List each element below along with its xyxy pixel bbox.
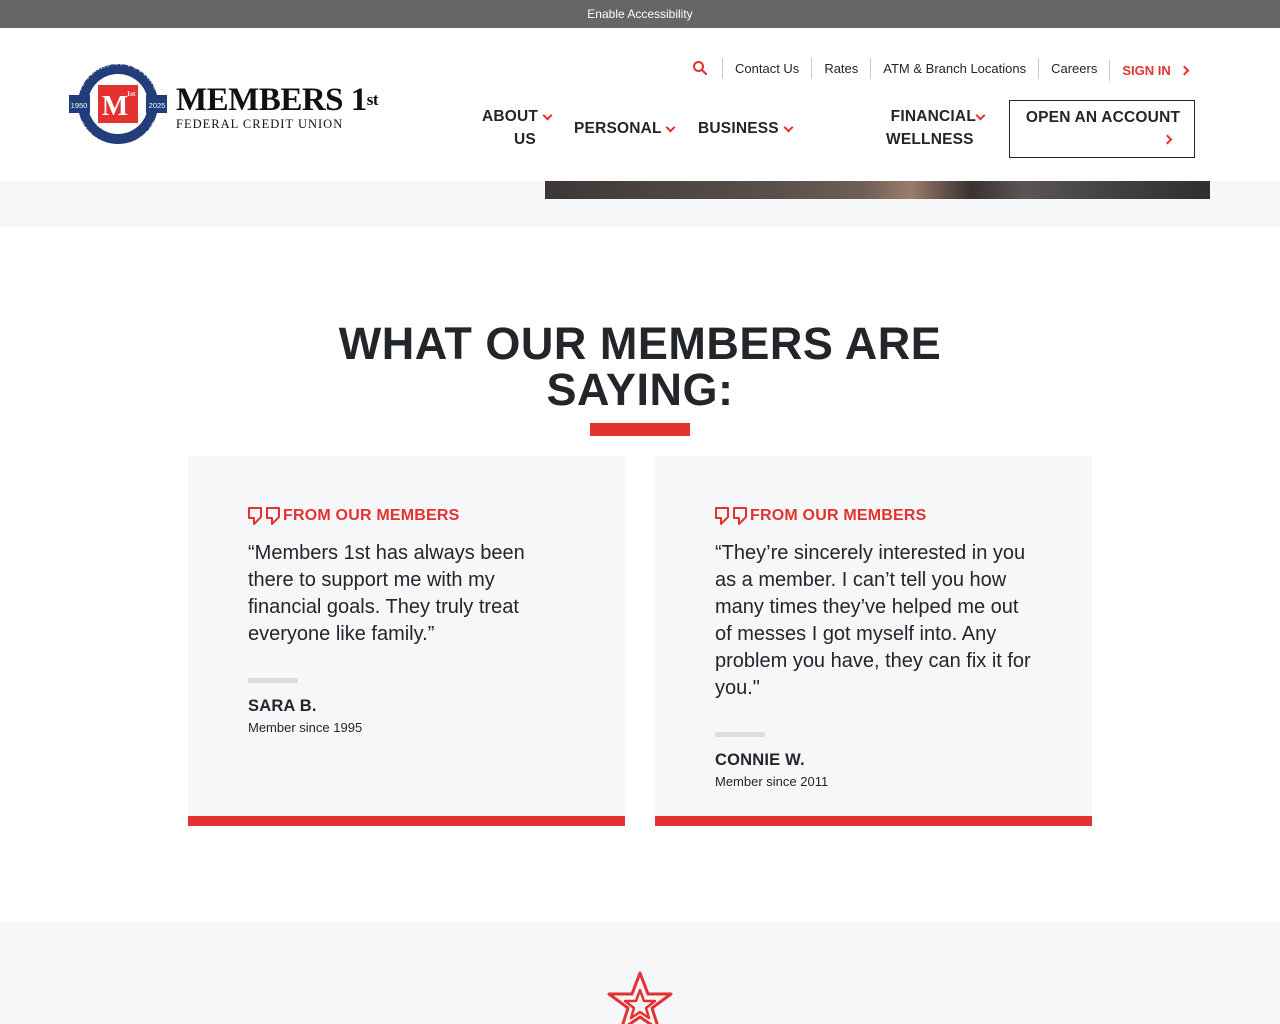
accessibility-bar: Enable Accessibility xyxy=(0,0,1280,28)
testimonial-author: SARA B. xyxy=(248,697,317,715)
careers-link[interactable]: Careers xyxy=(1038,57,1109,79)
hero-image xyxy=(545,181,1210,199)
seal-monogram: M xyxy=(102,91,128,122)
card-accent-bar xyxy=(188,816,625,826)
members-1st-logo[interactable]: 75 YEARS OF PUTTING OUR MEMBERS FIRST 19… xyxy=(69,63,379,145)
atm-branch-locations-link[interactable]: ATM & Branch Locations xyxy=(870,57,1038,79)
chevron-down-icon xyxy=(665,122,676,133)
logo-name: MEMBERS 1st xyxy=(176,82,379,118)
logo-subtitle: FEDERAL CREDIT UNION xyxy=(176,117,344,131)
chevron-down-icon xyxy=(542,110,553,121)
next-section xyxy=(0,921,1280,1024)
anniversary-seal: 75 YEARS OF PUTTING OUR MEMBERS FIRST 19… xyxy=(69,63,167,145)
nav-about-us-line2: US xyxy=(514,131,536,148)
testimonial-quote: “They’re sincerely interested in you as … xyxy=(715,542,1031,699)
chevron-down-icon xyxy=(975,110,986,121)
chevron-right-icon xyxy=(1179,65,1190,75)
divider xyxy=(715,732,765,737)
card-accent-bar xyxy=(655,816,1092,826)
sign-in-label: SIGN IN xyxy=(1122,62,1171,78)
quote-icon xyxy=(248,507,280,525)
testimonials-title: WHAT OUR MEMBERS ARE SAYING: xyxy=(300,321,980,413)
contact-us-link[interactable]: Contact Us xyxy=(722,57,811,79)
testimonial-kicker: FROM OUR MEMBERS xyxy=(750,507,927,524)
star-icon xyxy=(607,971,673,1024)
search-button[interactable] xyxy=(686,58,722,79)
enable-accessibility-link[interactable]: Enable Accessibility xyxy=(587,7,692,21)
seal-year-left: 1950 xyxy=(71,101,88,110)
quote-icon xyxy=(715,507,747,525)
nav-about-us-line1: ABOUT xyxy=(481,108,539,125)
rates-link[interactable]: Rates xyxy=(811,57,870,79)
divider xyxy=(248,678,298,683)
open-an-account-label: OPEN AN ACCOUNT xyxy=(1025,109,1181,126)
testimonial-member-since: Member since 1995 xyxy=(248,720,363,735)
logo-name-text: MEMBERS 1 xyxy=(176,82,367,118)
testimonials-title-line1: WHAT OUR MEMBERS ARE xyxy=(338,318,942,369)
logo-name-superscript: st xyxy=(366,90,379,109)
nav-personal[interactable]: PERSONAL xyxy=(574,117,662,140)
nav-business-label: BUSINESS xyxy=(698,120,779,137)
search-icon xyxy=(693,61,708,76)
title-underline xyxy=(590,423,690,436)
testimonial-card: FROM OUR MEMBERS “Members 1st has always… xyxy=(188,456,625,826)
logo-wordmark: MEMBERS 1st FEDERAL CREDIT UNION xyxy=(176,82,379,131)
testimonial-author: CONNIE W. xyxy=(715,751,805,769)
nav-about-us[interactable]: ABOUT US xyxy=(478,105,542,151)
nav-personal-label: PERSONAL xyxy=(574,120,662,137)
nav-financial-wellness-line1: FINANCIAL xyxy=(890,108,976,125)
utility-nav: Contact Us Rates ATM & Branch Locations … xyxy=(686,56,1190,81)
chevron-down-icon xyxy=(783,122,794,133)
testimonials-title-line2: SAYING: xyxy=(546,364,734,415)
site-header: 75 YEARS OF PUTTING OUR MEMBERS FIRST 19… xyxy=(0,28,1280,181)
open-an-account-button[interactable]: OPEN AN ACCOUNT xyxy=(1009,100,1195,158)
chevron-right-icon xyxy=(1162,134,1173,145)
seal-year-right: 2025 xyxy=(149,101,166,110)
testimonial-card: FROM OUR MEMBERS “They’re sincerely inte… xyxy=(655,456,1092,826)
nav-business[interactable]: BUSINESS xyxy=(698,117,779,140)
seal-monogram-sup: 1st xyxy=(127,90,136,98)
testimonial-member-since: Member since 2011 xyxy=(715,774,829,789)
sign-in-link[interactable]: SIGN IN xyxy=(1109,59,1190,81)
nav-financial-wellness[interactable]: FINANCIAL WELLNESS xyxy=(880,105,976,151)
nav-financial-wellness-line2: WELLNESS xyxy=(886,131,974,148)
testimonial-kicker: FROM OUR MEMBERS xyxy=(283,507,460,524)
testimonial-quote: “Members 1st has always been there to su… xyxy=(248,542,525,645)
